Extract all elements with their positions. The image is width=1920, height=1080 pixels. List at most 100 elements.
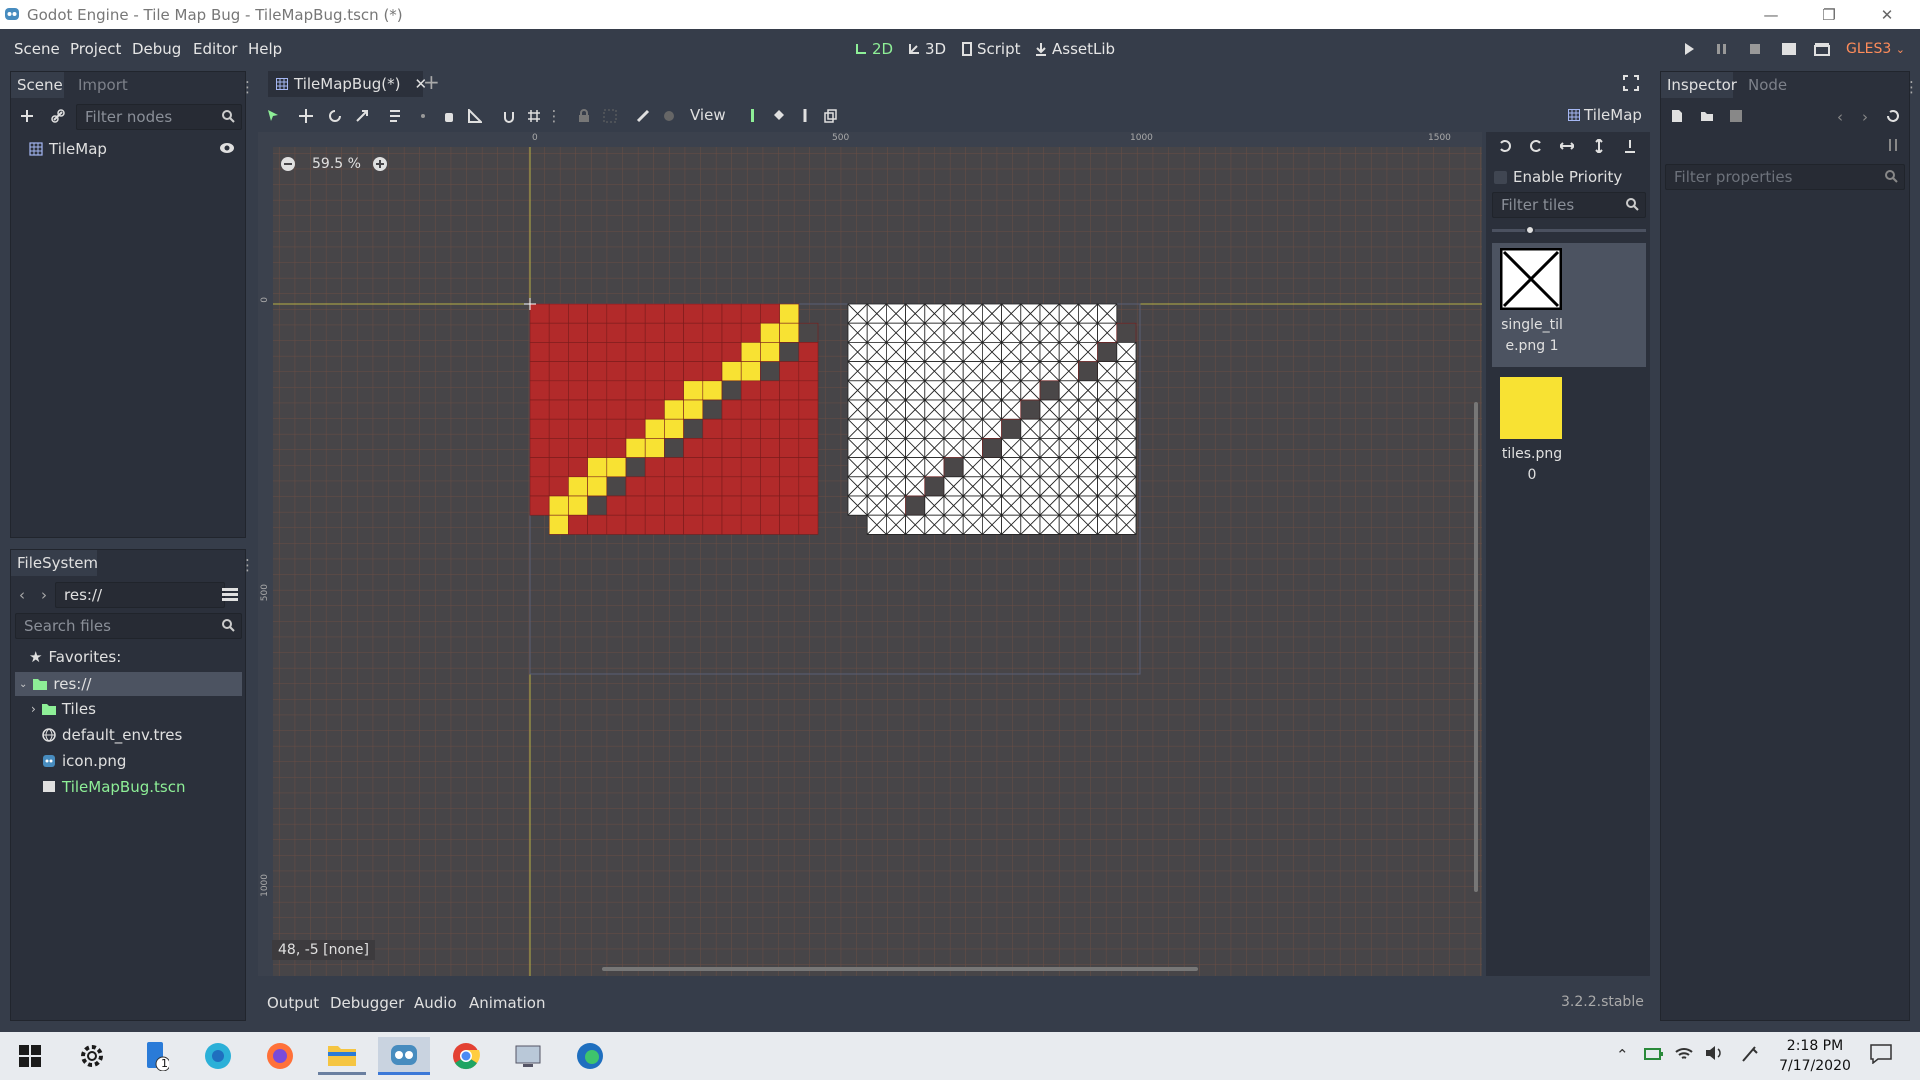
tab-debugger[interactable]: Debugger <box>330 994 404 1012</box>
slider-handle[interactable] <box>1525 225 1535 235</box>
load-resource-button[interactable] <box>1696 105 1718 127</box>
object-properties-button[interactable] <box>1882 134 1904 156</box>
battery-icon[interactable] <box>1644 1046 1664 1062</box>
camera-button[interactable] <box>658 105 680 127</box>
play-custom-scene-button[interactable] <box>1814 41 1830 57</box>
paint-bucket-button[interactable] <box>768 105 790 127</box>
tile-item-tiles-png[interactable]: tiles.png 0 <box>1492 372 1646 496</box>
play-scene-button[interactable] <box>1781 41 1797 57</box>
play-button[interactable] <box>1682 41 1696 57</box>
select-mode-button[interactable] <box>262 105 284 127</box>
menu-help[interactable]: Help <box>248 40 282 58</box>
pivot-mode-button[interactable] <box>412 105 434 127</box>
menu-editor[interactable]: Editor <box>193 40 237 58</box>
taskbar-phone-app[interactable]: 1 <box>132 1037 180 1075</box>
flip-horizontal-button[interactable] <box>1556 135 1578 157</box>
tile-size-slider[interactable] <box>1492 229 1646 232</box>
move-mode-button[interactable] <box>295 105 317 127</box>
taskbar-file-explorer[interactable] <box>318 1037 366 1075</box>
grid-snap-button[interactable] <box>523 105 545 127</box>
fs-item-tilemapbug-tscn[interactable]: TileMapBug.tscn <box>42 776 185 798</box>
tab-node[interactable]: Node <box>1748 76 1787 94</box>
pause-button[interactable] <box>1715 41 1729 57</box>
menu-debug[interactable]: Debug <box>132 40 181 58</box>
filter-tiles-input[interactable]: Filter tiles <box>1492 192 1646 218</box>
tab-scene[interactable]: Scene <box>11 72 64 98</box>
lock-button[interactable] <box>573 105 595 127</box>
scale-mode-button[interactable] <box>351 105 373 127</box>
taskbar-godot[interactable] <box>378 1037 430 1075</box>
tree-item-tilemap[interactable]: TileMap <box>29 140 107 158</box>
forward-icon[interactable]: › <box>41 586 47 604</box>
filter-nodes-input[interactable]: Filter nodes <box>76 104 242 130</box>
volume-icon[interactable] <box>1704 1044 1724 1062</box>
taskbar-chrome[interactable] <box>442 1037 490 1075</box>
workspace-2d-button[interactable]: 2D <box>854 40 893 58</box>
pen-workspace-icon[interactable] <box>1740 1044 1760 1064</box>
list-select-button[interactable] <box>385 105 407 127</box>
tab-animation[interactable]: Animation <box>469 994 545 1012</box>
zoom-out-button[interactable] <box>280 156 296 172</box>
minimize-button[interactable]: — <box>1748 0 1794 29</box>
path-field[interactable]: res:// <box>55 582 225 608</box>
fs-item-res[interactable]: ⌄ res:// <box>19 673 91 695</box>
tab-audio[interactable]: Audio <box>414 994 457 1012</box>
ruler-mode-button[interactable] <box>464 105 486 127</box>
start-button[interactable] <box>6 1037 54 1075</box>
favorites-item[interactable]: ★ Favorites: <box>29 646 121 668</box>
fs-item-tiles[interactable]: › Tiles <box>31 698 96 720</box>
renderer-selector[interactable]: GLES3 ⌄ <box>1846 41 1905 57</box>
snap-options-button[interactable]: ⋮ <box>543 105 565 127</box>
show-hidden-icons-icon[interactable]: ⌃ <box>1616 1046 1629 1064</box>
skeleton-button[interactable] <box>632 105 654 127</box>
menu-scene[interactable]: Scene <box>14 40 60 58</box>
horizontal-scrollbar[interactable] <box>602 967 1198 971</box>
smart-snap-button[interactable] <box>498 105 520 127</box>
back-icon[interactable]: ‹ <box>19 586 25 604</box>
taskbar-clock[interactable]: 2:18 PM 7/17/2020 <box>1770 1036 1860 1076</box>
taskbar-firefox[interactable] <box>256 1037 304 1075</box>
taskbar-settings[interactable] <box>68 1037 116 1075</box>
filter-properties-input[interactable]: Filter properties <box>1665 164 1905 190</box>
taskbar-remote-desktop[interactable] <box>504 1037 552 1075</box>
dock-menu-icon[interactable]: ⋮ <box>1904 78 1919 96</box>
instance-scene-button[interactable] <box>47 105 69 127</box>
tab-output[interactable]: Output <box>267 994 319 1012</box>
zoom-in-button[interactable] <box>372 156 388 172</box>
tile-item-single-tile[interactable]: single_til e.png 1 <box>1492 243 1646 367</box>
maximize-button[interactable]: ❐ <box>1806 0 1852 29</box>
editable-children-button[interactable] <box>742 105 764 127</box>
new-resource-button[interactable] <box>1666 105 1688 127</box>
add-node-button[interactable] <box>16 105 38 127</box>
action-center-icon[interactable] <box>1870 1044 1892 1064</box>
fs-item-default-env[interactable]: default_env.tres <box>42 724 182 746</box>
enable-priority-checkbox[interactable]: Enable Priority <box>1494 168 1622 186</box>
fs-item-icon-png[interactable]: icon.png <box>42 750 126 772</box>
vertical-scrollbar[interactable] <box>1474 402 1478 892</box>
rotate-right-button[interactable] <box>1525 135 1547 157</box>
wifi-icon[interactable] <box>1674 1044 1694 1062</box>
copy-button[interactable] <box>820 105 842 127</box>
menu-project[interactable]: Project <box>70 40 121 58</box>
close-window-button[interactable]: ✕ <box>1864 0 1910 29</box>
dock-menu-icon[interactable]: ⋮ <box>240 556 255 574</box>
taskbar-edge-beta[interactable] <box>194 1037 242 1075</box>
tab-import[interactable]: Import <box>78 76 128 94</box>
tab-inspector[interactable]: Inspector <box>1661 72 1737 98</box>
workspace-3d-button[interactable]: 3D <box>907 40 946 58</box>
dock-menu-icon[interactable]: ⋮ <box>240 78 255 96</box>
split-view-button[interactable] <box>222 586 238 602</box>
group-button[interactable] <box>599 105 621 127</box>
clear-transform-button[interactable] <box>1619 135 1641 157</box>
canvas-viewport[interactable]: 0 500 1000 1500 0 500 1000 59.5 % 48, -5… <box>258 132 1482 976</box>
taskbar-edge[interactable] <box>566 1037 614 1075</box>
color-picker-button[interactable] <box>794 105 816 127</box>
history-button[interactable] <box>1882 105 1904 127</box>
workspace-assetlib-button[interactable]: AssetLib <box>1034 40 1115 58</box>
tab-filesystem[interactable]: FileSystem <box>11 550 98 576</box>
flip-vertical-button[interactable] <box>1588 135 1610 157</box>
history-forward-icon[interactable]: › <box>1862 108 1868 126</box>
history-back-icon[interactable]: ‹ <box>1837 108 1843 126</box>
add-scene-tab-button[interactable]: + <box>423 70 440 94</box>
workspace-script-button[interactable]: Script <box>961 40 1021 58</box>
